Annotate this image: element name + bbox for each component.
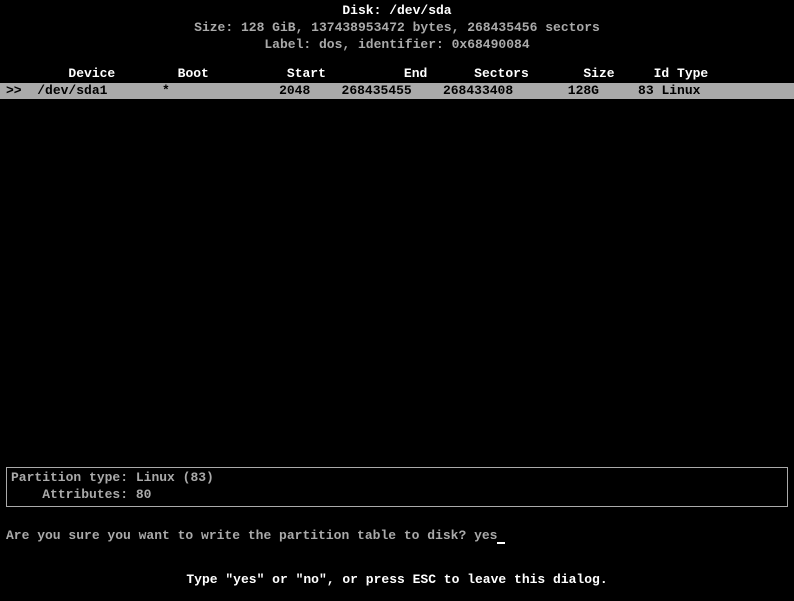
col-start: Start: [287, 66, 326, 81]
row-size: 128G: [568, 83, 599, 98]
prompt-question: Are you sure you want to write the parti…: [6, 528, 474, 543]
disk-title-line: Disk: /dev/sda: [0, 3, 794, 20]
partition-info-box: Partition type: Linux (83) Attributes: 8…: [6, 467, 788, 507]
row-start: 2048: [279, 83, 310, 98]
partition-type-value: Linux (83): [136, 470, 214, 485]
col-size: Size: [583, 66, 614, 81]
row-type: Linux: [661, 83, 700, 98]
partition-type-line: Partition type: Linux (83): [11, 470, 783, 487]
table-header-row: Device Boot Start End Sectors Size Id Ty…: [0, 66, 794, 83]
col-sectors: Sectors: [474, 66, 529, 81]
row-sectors: 268433408: [443, 83, 513, 98]
attributes-line: Attributes: 80: [11, 487, 783, 504]
prompt-input[interactable]: yes: [474, 528, 497, 543]
row-cursor: >>: [6, 83, 22, 98]
row-id: 83: [638, 83, 654, 98]
footer-hint: Type "yes" or "no", or press ESC to leav…: [0, 572, 794, 589]
row-end: 268435455: [342, 83, 412, 98]
row-boot: *: [162, 83, 170, 98]
confirm-prompt[interactable]: Are you sure you want to write the parti…: [6, 528, 505, 545]
col-device: Device: [68, 66, 115, 81]
disk-header: Disk: /dev/sda Size: 128 GiB, 1374389534…: [0, 0, 794, 54]
attributes-value: 80: [136, 487, 152, 502]
attributes-label: Attributes:: [42, 487, 128, 502]
col-id: Id: [654, 66, 670, 81]
row-device: /dev/sda1: [37, 83, 107, 98]
partition-type-label: Partition type:: [11, 470, 128, 485]
col-type: Type: [677, 66, 708, 81]
table-row[interactable]: >> /dev/sda1 * 2048 268435455 268433408 …: [0, 83, 794, 100]
partition-table: Device Boot Start End Sectors Size Id Ty…: [0, 66, 794, 100]
col-boot: Boot: [178, 66, 209, 81]
disk-size-line: Size: 128 GiB, 137438953472 bytes, 26843…: [0, 20, 794, 37]
disk-label: Disk:: [342, 3, 389, 18]
disk-label-line: Label: dos, identifier: 0x68490084: [0, 37, 794, 54]
col-end: End: [404, 66, 427, 81]
text-cursor: [497, 542, 505, 544]
disk-path: /dev/sda: [389, 3, 451, 18]
